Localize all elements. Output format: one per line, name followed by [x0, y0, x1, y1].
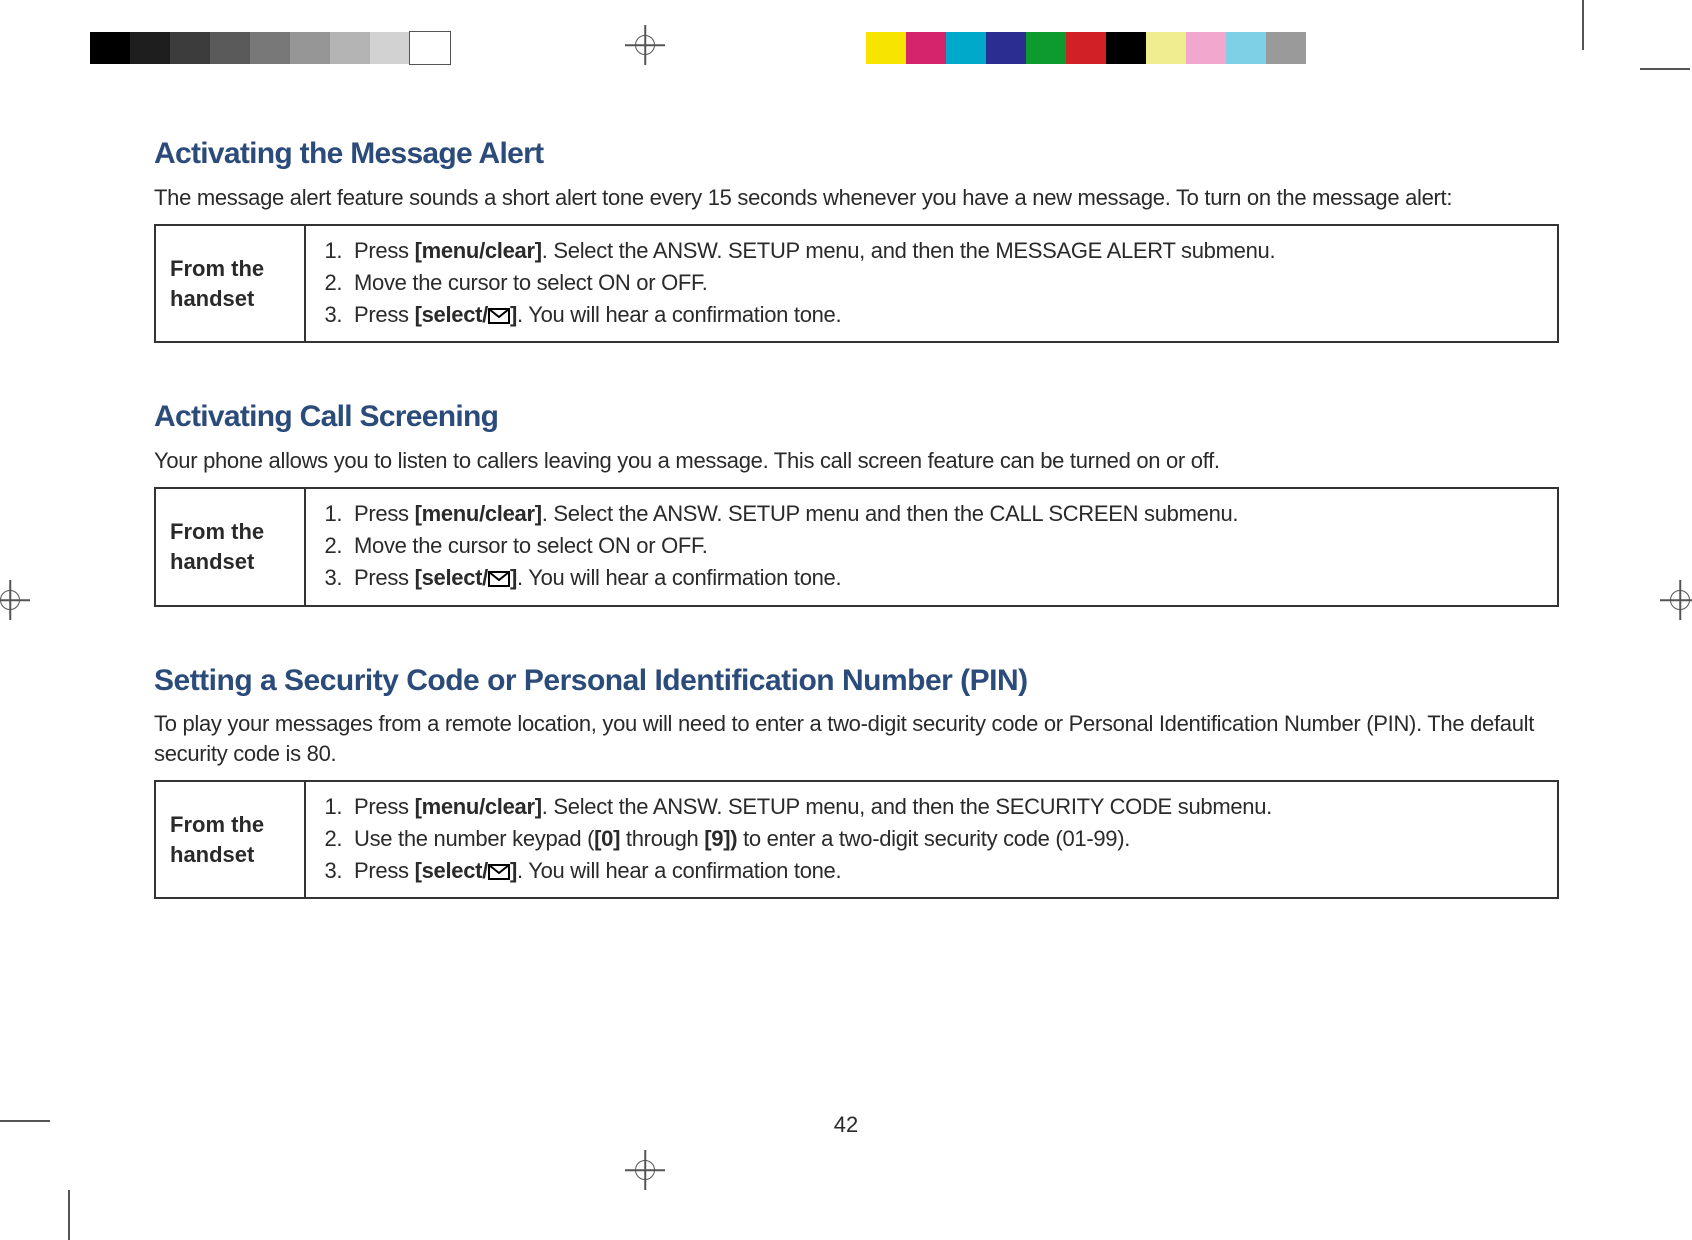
row-steps: Press [menu/clear]. Select the ANSW. SET…	[305, 488, 1558, 605]
section-title: Activating the Message Alert	[154, 134, 1559, 175]
list-item: Press [select/]. You will hear a confirm…	[348, 563, 1543, 595]
table-row: From the handset Press [menu/clear]. Sel…	[155, 488, 1558, 605]
row-label: From the handset	[155, 225, 305, 342]
registration-mark-icon	[625, 1150, 665, 1190]
row-label: From the handset	[155, 488, 305, 605]
grayscale-calibration-bar	[90, 32, 450, 64]
table-row: From the handset Press [menu/clear]. Sel…	[155, 781, 1558, 898]
crop-mark	[1582, 0, 1584, 50]
page-root: Activating the Message Alert The message…	[0, 0, 1692, 1240]
section-title: Setting a Security Code or Personal Iden…	[154, 661, 1559, 702]
mail-icon	[488, 565, 510, 595]
page-number: 42	[0, 1110, 1692, 1140]
crop-mark	[68, 1190, 70, 1240]
section-intro: The message alert feature sounds a short…	[154, 183, 1559, 213]
list-item: Press [menu/clear]. Select the ANSW. SET…	[348, 499, 1543, 529]
list-item: Move the cursor to select ON or OFF.	[348, 531, 1543, 561]
page-content: Activating the Message Alert The message…	[154, 134, 1559, 899]
steps-list: Press [menu/clear]. Select the ANSW. SET…	[314, 792, 1543, 887]
instruction-table: From the handset Press [menu/clear]. Sel…	[154, 487, 1559, 606]
list-item: Use the number keypad ([0] through [9]) …	[348, 824, 1543, 854]
table-row: From the handset Press [menu/clear]. Sel…	[155, 225, 1558, 342]
list-item: Press [select/]. You will hear a confirm…	[348, 300, 1543, 332]
color-calibration-bar	[866, 32, 1306, 64]
row-label: From the handset	[155, 781, 305, 898]
crop-mark	[1640, 68, 1690, 70]
registration-mark-icon	[0, 580, 30, 620]
registration-mark-icon	[1660, 580, 1692, 620]
mail-icon	[488, 858, 510, 888]
mail-icon	[488, 302, 510, 332]
list-item: Press [select/]. You will hear a confirm…	[348, 856, 1543, 888]
row-steps: Press [menu/clear]. Select the ANSW. SET…	[305, 781, 1558, 898]
instruction-table: From the handset Press [menu/clear]. Sel…	[154, 780, 1559, 899]
list-item: Press [menu/clear]. Select the ANSW. SET…	[348, 236, 1543, 266]
section-intro: To play your messages from a remote loca…	[154, 709, 1559, 768]
registration-mark-icon	[625, 25, 665, 65]
list-item: Press [menu/clear]. Select the ANSW. SET…	[348, 792, 1543, 822]
section-title: Activating Call Screening	[154, 397, 1559, 438]
list-item: Move the cursor to select ON or OFF.	[348, 268, 1543, 298]
section-intro: Your phone allows you to listen to calle…	[154, 446, 1559, 476]
row-steps: Press [menu/clear]. Select the ANSW. SET…	[305, 225, 1558, 342]
steps-list: Press [menu/clear]. Select the ANSW. SET…	[314, 236, 1543, 331]
steps-list: Press [menu/clear]. Select the ANSW. SET…	[314, 499, 1543, 594]
instruction-table: From the handset Press [menu/clear]. Sel…	[154, 224, 1559, 343]
